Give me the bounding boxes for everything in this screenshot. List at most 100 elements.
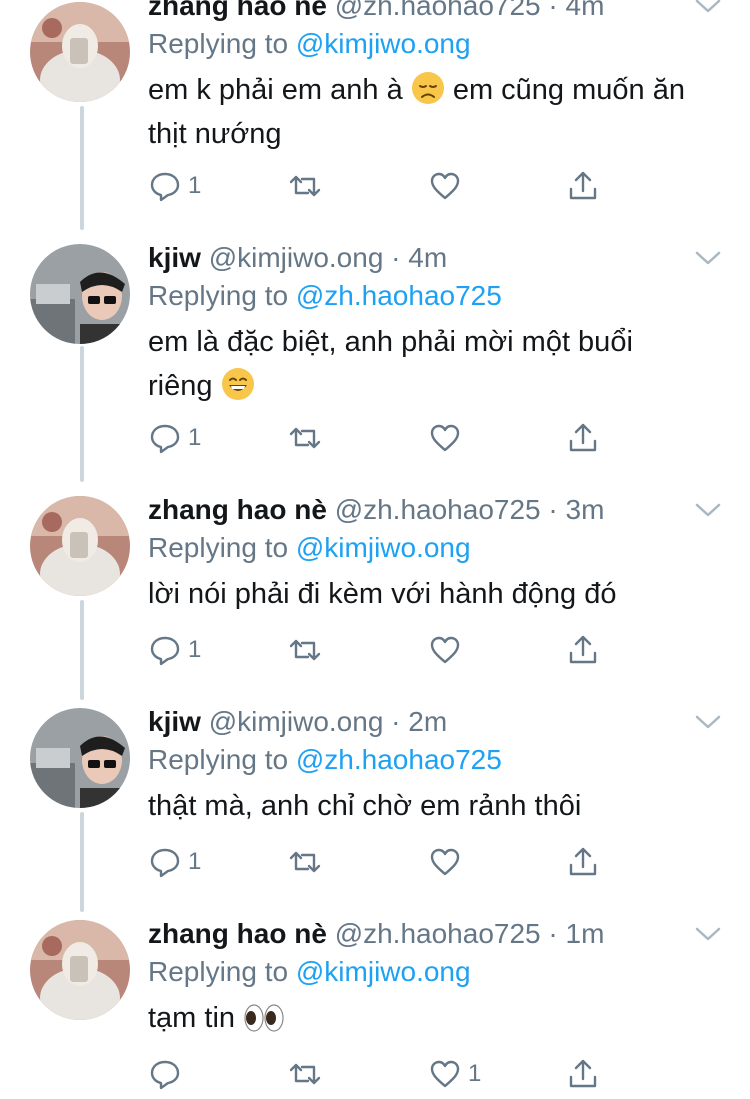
user-handle[interactable]: @kimjiwo.ong <box>209 242 384 273</box>
like-button[interactable]: 1 <box>428 1054 481 1094</box>
replying-to-label: Replying to <box>148 280 289 311</box>
reply-button[interactable]: 1 <box>148 418 201 458</box>
retweet-button[interactable] <box>288 842 322 882</box>
replying-to: Replying to @kimjiwo.ong <box>148 528 471 568</box>
display-name[interactable]: zhang hao nè <box>148 918 327 949</box>
chevron-down-icon[interactable] <box>694 500 722 520</box>
timestamp[interactable]: 4m <box>566 0 605 21</box>
reply-count: 1 <box>188 636 202 663</box>
replying-to-mention[interactable]: @kimjiwo.ong <box>296 28 471 59</box>
replying-to-mention[interactable]: @kimjiwo.ong <box>296 532 471 563</box>
retweet-icon <box>289 175 321 197</box>
tweet-header: zhang hao nè @zh.haohao725 · 1m <box>148 914 604 954</box>
share-icon <box>569 847 597 876</box>
avatar[interactable] <box>30 920 130 1020</box>
display-name[interactable]: kjiw <box>148 706 201 737</box>
avatar-photo-icon <box>30 2 130 102</box>
avatar-photo-icon <box>30 920 130 1020</box>
tweet-text: em là đặc biệt, anh phải mời một buổi ri… <box>148 320 688 408</box>
reply-icon <box>150 172 180 202</box>
retweet-button[interactable] <box>288 418 322 458</box>
retweet-icon <box>289 1063 321 1085</box>
like-button[interactable] <box>428 630 468 670</box>
tweet[interactable]: zhang hao nè @zh.haohao725 · 1m Replying… <box>0 914 750 1099</box>
timestamp[interactable]: 2m <box>408 706 447 737</box>
tweet-text-part: thật mà, anh chỉ chờ em rảnh thôi <box>148 790 582 822</box>
user-handle[interactable]: @zh.haohao725 <box>335 494 541 525</box>
avatar-photo-icon <box>30 708 130 808</box>
share-button[interactable] <box>566 1054 600 1094</box>
reply-icon <box>150 848 180 878</box>
share-button[interactable] <box>566 166 600 206</box>
grinning-face-icon <box>221 368 254 400</box>
tweet[interactable]: kjiw @kimjiwo.ong · 2m Replying to @zh.h… <box>0 702 750 914</box>
share-icon <box>569 171 597 200</box>
separator-dot: · <box>540 0 566 21</box>
replying-to-mention[interactable]: @zh.haohao725 <box>296 280 502 311</box>
like-button[interactable] <box>428 166 468 206</box>
share-icon <box>569 423 597 452</box>
reply-button[interactable]: 1 <box>148 842 201 882</box>
like-button[interactable] <box>428 842 468 882</box>
retweet-button[interactable] <box>288 166 322 206</box>
reply-count: 1 <box>188 848 202 875</box>
tweet-text: thật mà, anh chỉ chờ em rảnh thôi <box>148 784 728 828</box>
share-button[interactable] <box>566 418 600 458</box>
reply-icon <box>150 636 180 666</box>
avatar[interactable] <box>30 2 130 102</box>
timestamp[interactable]: 1m <box>566 918 605 949</box>
reply-button[interactable] <box>148 1054 188 1094</box>
display-name[interactable]: zhang hao nè <box>148 494 327 525</box>
share-button[interactable] <box>566 630 600 670</box>
heart-icon <box>430 1060 460 1088</box>
separator-dot: · <box>383 242 409 273</box>
replying-to: Replying to @zh.haohao725 <box>148 740 502 780</box>
separator-dot: · <box>540 494 566 525</box>
tweet-header: kjiw @kimjiwo.ong · 2m <box>148 702 447 742</box>
share-button[interactable] <box>566 842 600 882</box>
tweet-actions: 1 <box>148 1054 608 1094</box>
heart-icon <box>430 424 460 452</box>
share-icon <box>569 1059 597 1088</box>
reply-button[interactable]: 1 <box>148 630 201 670</box>
avatar[interactable] <box>30 496 130 596</box>
tweet[interactable]: kjiw @kimjiwo.ong · 4m Replying to @zh.h… <box>0 238 750 454</box>
chevron-down-icon[interactable] <box>694 0 722 16</box>
tweet[interactable]: zhang hao nè @zh.haohao725 · 4m Replying… <box>0 0 750 202</box>
user-handle[interactable]: @zh.haohao725 <box>335 918 541 949</box>
replying-to: Replying to @kimjiwo.ong <box>148 24 471 64</box>
chevron-down-icon[interactable] <box>694 924 722 944</box>
tweet-actions: 1 <box>148 842 608 882</box>
avatar-photo-icon <box>30 496 130 596</box>
reply-button[interactable]: 1 <box>148 166 201 206</box>
tweet-text-part: em k phải em anh à <box>148 74 403 106</box>
tweet-actions: 1 <box>148 166 608 206</box>
separator-dot: · <box>383 706 409 737</box>
user-handle[interactable]: @zh.haohao725 <box>335 0 541 21</box>
replying-to-label: Replying to <box>148 532 289 563</box>
tweet-actions: 1 <box>148 630 608 670</box>
separator-dot: · <box>540 918 566 949</box>
tweet-header: zhang hao nè @zh.haohao725 · 3m <box>148 490 604 530</box>
retweet-button[interactable] <box>288 630 322 670</box>
display-name[interactable]: zhang hao nè <box>148 0 327 21</box>
timestamp[interactable]: 3m <box>566 494 605 525</box>
tweet[interactable]: zhang hao nè @zh.haohao725 · 3m Replying… <box>0 490 750 702</box>
replying-to-mention[interactable]: @zh.haohao725 <box>296 744 502 775</box>
replying-to-mention[interactable]: @kimjiwo.ong <box>296 956 471 987</box>
eyes-icon <box>244 1004 284 1032</box>
chevron-down-icon[interactable] <box>694 712 722 732</box>
display-name[interactable]: kjiw <box>148 242 201 273</box>
timestamp[interactable]: 4m <box>408 242 447 273</box>
chevron-down-icon[interactable] <box>694 248 722 268</box>
user-handle[interactable]: @kimjiwo.ong <box>209 706 384 737</box>
heart-icon <box>430 848 460 876</box>
avatar[interactable] <box>30 708 130 808</box>
retweet-icon <box>289 427 321 449</box>
reply-icon <box>150 424 180 454</box>
tweet-text: em k phải em anh à em cũng muốn ăn thịt … <box>148 68 728 156</box>
avatar[interactable] <box>30 244 130 344</box>
like-button[interactable] <box>428 418 468 458</box>
retweet-button[interactable] <box>288 1054 322 1094</box>
tweet-text: tạm tin <box>148 996 728 1040</box>
